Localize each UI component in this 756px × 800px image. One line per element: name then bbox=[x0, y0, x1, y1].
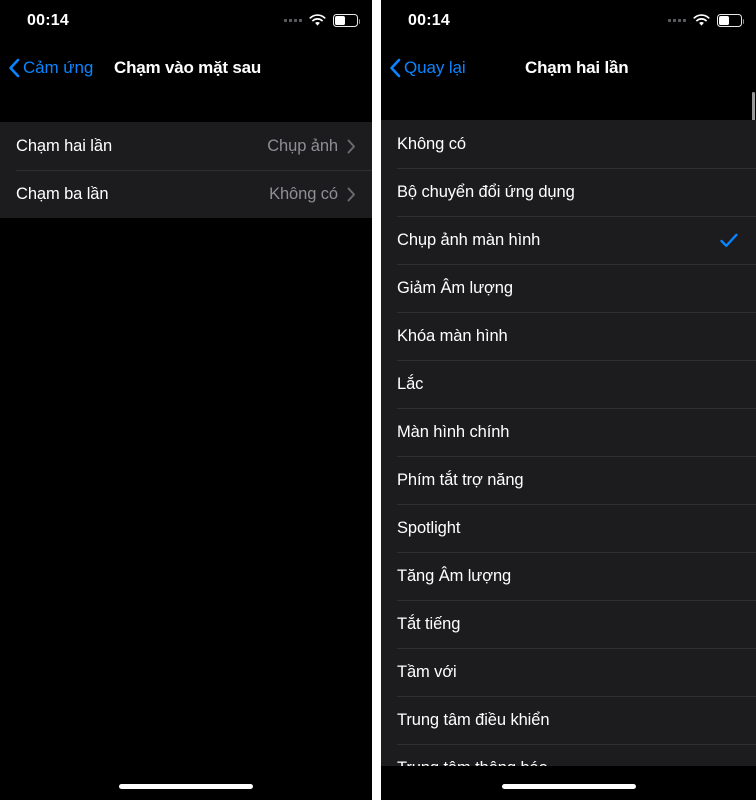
top-spacer bbox=[0, 90, 372, 122]
left-nav-bar: Cảm ứng Chạm vào mặt sau bbox=[0, 46, 372, 90]
list-item-label: Spotlight bbox=[397, 518, 461, 537]
right-home-indicator-area bbox=[381, 766, 756, 800]
list-item[interactable]: Khóa màn hình bbox=[381, 312, 756, 360]
list-item-label: Lắc bbox=[397, 374, 424, 393]
list-item[interactable]: Lắc bbox=[381, 360, 756, 408]
screen-divider bbox=[372, 0, 381, 800]
row-label: Chạm hai lần bbox=[16, 136, 113, 155]
list-item[interactable]: Màn hình chính bbox=[381, 408, 756, 456]
list-item[interactable]: Tắt tiếng bbox=[381, 600, 756, 648]
table-row[interactable]: Chạm ba lần Không có bbox=[0, 170, 372, 218]
chevron-right-icon bbox=[347, 187, 355, 201]
list-item-label: Trung tâm điều khiển bbox=[397, 710, 550, 729]
status-time: 00:14 bbox=[408, 12, 450, 29]
page-title: Chạm hai lần bbox=[525, 58, 629, 77]
chevron-left-icon bbox=[9, 58, 20, 78]
list-item[interactable]: Tầm với bbox=[381, 648, 756, 696]
list-item[interactable]: Không có bbox=[381, 120, 756, 168]
checkmark-icon bbox=[720, 233, 738, 247]
list-item-label: Màn hình chính bbox=[397, 422, 510, 441]
back-button-label: Quay lại bbox=[404, 58, 466, 77]
row-label: Chạm ba lần bbox=[16, 184, 109, 203]
status-indicators bbox=[284, 14, 361, 27]
list-item-label: Tầm với bbox=[397, 662, 457, 681]
back-button[interactable]: Cảm ứng bbox=[8, 58, 93, 78]
status-indicators bbox=[668, 14, 745, 27]
right-content: Không có Bộ chuyển đổi ứng dụng Chụp ảnh m… bbox=[381, 90, 756, 800]
double-tap-action-options-list: Không có Bộ chuyển đổi ứng dụng Chụp ảnh m… bbox=[381, 120, 756, 792]
list-item-label: Phím tắt trợ năng bbox=[397, 470, 524, 489]
right-phone-screen: 00:14 Quay lại Chạm hai lần Không có Bộ … bbox=[381, 0, 756, 800]
left-content: Chạm hai lần Chụp ảnh Chạm ba lần Không … bbox=[0, 90, 372, 800]
back-tap-settings-list: Chạm hai lần Chụp ảnh Chạm ba lần Không … bbox=[0, 122, 372, 218]
battery-fill bbox=[719, 16, 730, 25]
left-home-indicator-area bbox=[0, 766, 372, 800]
list-item-label: Tắt tiếng bbox=[397, 614, 461, 633]
left-status-bar: 00:14 bbox=[0, 0, 372, 46]
list-item-label: Bộ chuyển đổi ứng dụng bbox=[397, 182, 575, 201]
signal-dots-icon bbox=[668, 18, 686, 22]
home-indicator[interactable] bbox=[119, 784, 253, 789]
chevron-left-icon bbox=[390, 58, 401, 78]
list-item-label: Giảm Âm lượng bbox=[397, 278, 513, 297]
back-button[interactable]: Quay lại bbox=[389, 58, 466, 78]
list-item-label: Chụp ảnh màn hình bbox=[397, 230, 541, 249]
battery-icon bbox=[333, 14, 361, 27]
top-spacer bbox=[381, 90, 756, 120]
list-item[interactable]: Trung tâm điều khiển bbox=[381, 696, 756, 744]
row-value: Không có bbox=[269, 184, 338, 203]
status-time: 00:14 bbox=[27, 12, 69, 29]
wifi-icon bbox=[693, 14, 710, 26]
chevron-right-icon bbox=[347, 139, 355, 153]
list-item[interactable]: Chụp ảnh màn hình bbox=[381, 216, 756, 264]
row-value: Chụp ảnh bbox=[267, 136, 338, 155]
page-title: Chạm vào mặt sau bbox=[114, 58, 262, 77]
right-status-bar: 00:14 bbox=[381, 0, 756, 46]
back-button-label: Cảm ứng bbox=[23, 58, 94, 77]
list-item-label: Không có bbox=[397, 134, 466, 153]
list-item[interactable]: Bộ chuyển đổi ứng dụng bbox=[381, 168, 756, 216]
right-nav-bar: Quay lại Chạm hai lần bbox=[381, 46, 756, 90]
list-item[interactable]: Giảm Âm lượng bbox=[381, 264, 756, 312]
table-row[interactable]: Chạm hai lần Chụp ảnh bbox=[0, 122, 372, 170]
list-item-label: Khóa màn hình bbox=[397, 326, 508, 345]
list-item[interactable]: Phím tắt trợ năng bbox=[381, 456, 756, 504]
dual-screenshot-container: 00:14 Cảm ứng Chạm vào mặt sau Chạm hai … bbox=[0, 0, 756, 800]
home-indicator[interactable] bbox=[501, 784, 636, 789]
battery-fill bbox=[335, 16, 346, 25]
list-item[interactable]: Tăng Âm lượng bbox=[381, 552, 756, 600]
battery-icon bbox=[717, 14, 745, 27]
list-item[interactable]: Spotlight bbox=[381, 504, 756, 552]
left-phone-screen: 00:14 Cảm ứng Chạm vào mặt sau Chạm hai … bbox=[0, 0, 372, 800]
signal-dots-icon bbox=[284, 18, 302, 22]
list-item-label: Tăng Âm lượng bbox=[397, 566, 512, 585]
wifi-icon bbox=[309, 14, 326, 26]
